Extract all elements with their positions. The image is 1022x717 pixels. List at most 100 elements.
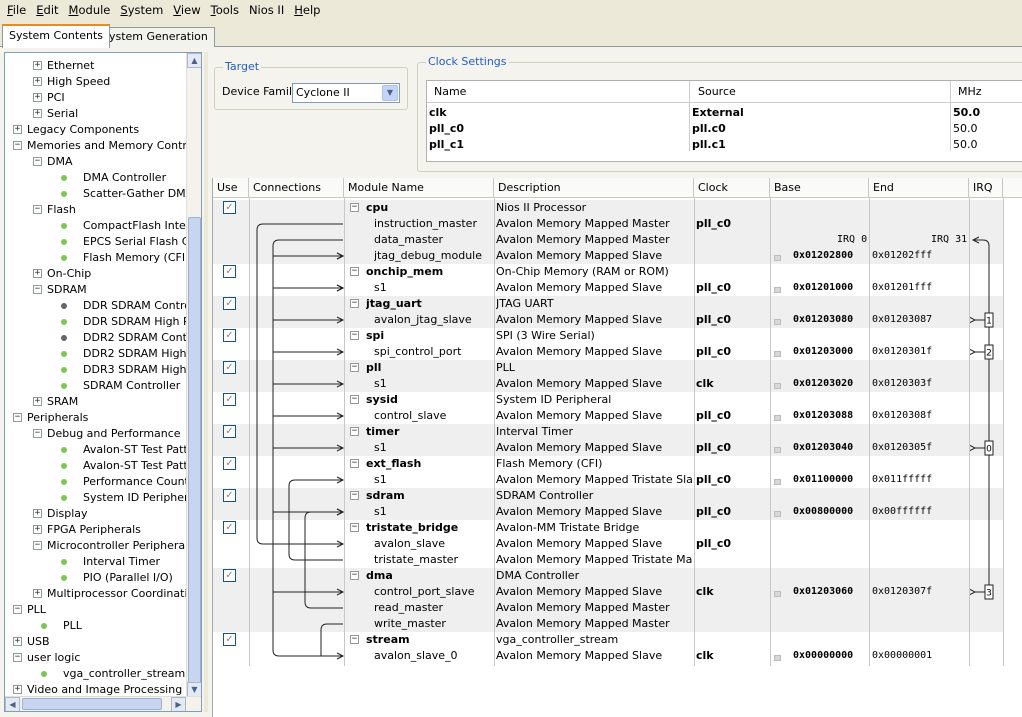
clock-source[interactable]: External [692,105,744,121]
tree-node[interactable]: DDR3 SDRAM High Pe [5,362,187,378]
port-name[interactable]: write_master [374,616,499,632]
clock-name[interactable]: pll_c0 [429,121,464,137]
tree-node[interactable]: − Debug and Performance [5,426,187,442]
menu-edit[interactable]: Edit [31,0,63,20]
expand-icon[interactable]: + [13,637,22,646]
clock-cell[interactable] [696,296,768,312]
clock-cell[interactable]: clk [696,648,768,664]
col-mhz[interactable]: MHz [958,84,982,100]
collapse-icon[interactable]: − [13,605,22,614]
tree-node[interactable]: Scatter-Gather DMA C [5,186,187,202]
scroll-right-icon[interactable]: ▶ [171,697,186,711]
tree-node[interactable]: PIO (Parallel I/O) [5,570,187,586]
end-address[interactable]: 0x0120307f [872,584,968,600]
tree-node[interactable]: DDR2 SDRAM Contro [5,330,187,346]
expand-icon[interactable]: + [33,93,42,102]
port-name[interactable]: tristate_master [374,552,499,568]
end-address[interactable] [872,296,968,312]
end-address[interactable] [872,488,968,504]
tree-node[interactable]: Performance Counter [5,474,187,490]
module-name[interactable]: cpu [366,200,491,216]
port-name[interactable]: s1 [374,376,499,392]
clock-cell[interactable] [696,616,768,632]
tree-node[interactable]: System ID Peripheral [5,490,187,506]
end-address[interactable]: 0x0120303f [872,376,968,392]
tree-node[interactable]: + High Speed [5,74,187,90]
clock-source[interactable]: pll.c1 [692,137,726,153]
menu-help[interactable]: Help [289,0,325,20]
tree-node[interactable]: − PLL [5,602,187,618]
col-end[interactable]: End [869,178,969,198]
use-checkbox[interactable]: ✓ [223,425,236,438]
end-address[interactable]: 0x0120308f [872,408,968,424]
tree-node[interactable]: + Video and Image Processing [5,682,187,697]
col-description[interactable]: Description [494,178,694,198]
end-address[interactable] [872,456,968,472]
clock-cell[interactable] [696,632,768,648]
tree-node[interactable]: + Multiprocessor Coordination [5,586,187,602]
lock-icon[interactable] [774,655,781,661]
clock-cell[interactable]: clk [696,584,768,600]
use-checkbox[interactable]: ✓ [223,569,236,582]
use-checkbox[interactable]: ✓ [223,361,236,374]
clock-name[interactable]: clk [429,105,447,121]
end-address[interactable]: 0x00000001 [872,648,968,664]
lock-icon[interactable] [774,383,781,389]
menu-system[interactable]: System [115,0,168,20]
module-name[interactable]: sdram [366,488,491,504]
tree-node[interactable]: − Microcontroller Peripherals [5,538,187,554]
base-address[interactable] [793,328,869,344]
base-address[interactable] [793,520,869,536]
end-address[interactable] [872,216,968,232]
end-address[interactable] [872,520,968,536]
port-name[interactable]: control_slave [374,408,499,424]
port-name[interactable]: s1 [374,440,499,456]
base-address[interactable]: 0x01203060 [793,584,869,600]
end-address[interactable]: 0x00ffffff [872,504,968,520]
end-address[interactable] [872,424,968,440]
collapse-icon[interactable]: − [350,491,359,500]
end-address[interactable] [872,536,968,552]
base-address[interactable]: 0x01203088 [793,408,869,424]
collapse-icon[interactable]: − [350,299,359,308]
lock-icon[interactable] [774,415,781,421]
collapse-icon[interactable]: − [13,653,22,662]
hscroll-thumb[interactable] [22,698,162,710]
tristate-connection[interactable] [288,479,343,561]
tree-node[interactable]: + USB [5,634,187,650]
tree-node[interactable]: −Memories and Memory Controllers [5,138,187,154]
module-name[interactable]: tristate_bridge [366,520,491,536]
tree-node[interactable]: Avalon-ST Test Patte [5,442,187,458]
tree-node[interactable]: − SDRAM [5,282,187,298]
base-address[interactable] [793,488,869,504]
lock-icon[interactable] [774,591,781,597]
clock-mhz[interactable]: 50.0 [953,105,980,121]
tree-node[interactable]: DDR SDRAM High Per [5,314,187,330]
col-connections[interactable]: Connections [249,178,344,198]
tree-node[interactable]: + Display [5,506,187,522]
clock-cell[interactable] [696,520,768,536]
tree-node[interactable]: Interval Timer [5,554,187,570]
module-name[interactable]: jtag_uart [366,296,491,312]
port-name[interactable]: avalon_slave_0 [374,648,499,664]
tree-node[interactable]: CompactFlash Interfa [5,218,187,234]
scroll-thumb[interactable] [188,217,201,693]
end-address[interactable] [872,328,968,344]
clock-cell[interactable] [696,456,768,472]
lock-icon[interactable] [774,479,781,485]
port-name[interactable]: s1 [374,504,499,520]
menu-tools[interactable]: Tools [206,0,244,20]
clock-cell[interactable]: pll_c0 [696,440,768,456]
collapse-icon[interactable]: − [350,331,359,340]
collapse-icon[interactable]: − [33,205,42,214]
menu-nios-ii[interactable]: Nios II [244,0,289,20]
base-address[interactable]: 0x01202800 [793,248,869,264]
col-source[interactable]: Source [698,84,736,100]
base-address[interactable]: 0x00000000 [793,648,869,664]
clock-cell[interactable]: pll_c0 [696,472,768,488]
base-address[interactable] [793,552,869,568]
clock-mhz[interactable]: 50.0 [953,137,978,153]
clock-cell[interactable] [696,232,768,248]
expand-icon[interactable]: + [33,269,42,278]
use-checkbox[interactable]: ✓ [223,265,236,278]
